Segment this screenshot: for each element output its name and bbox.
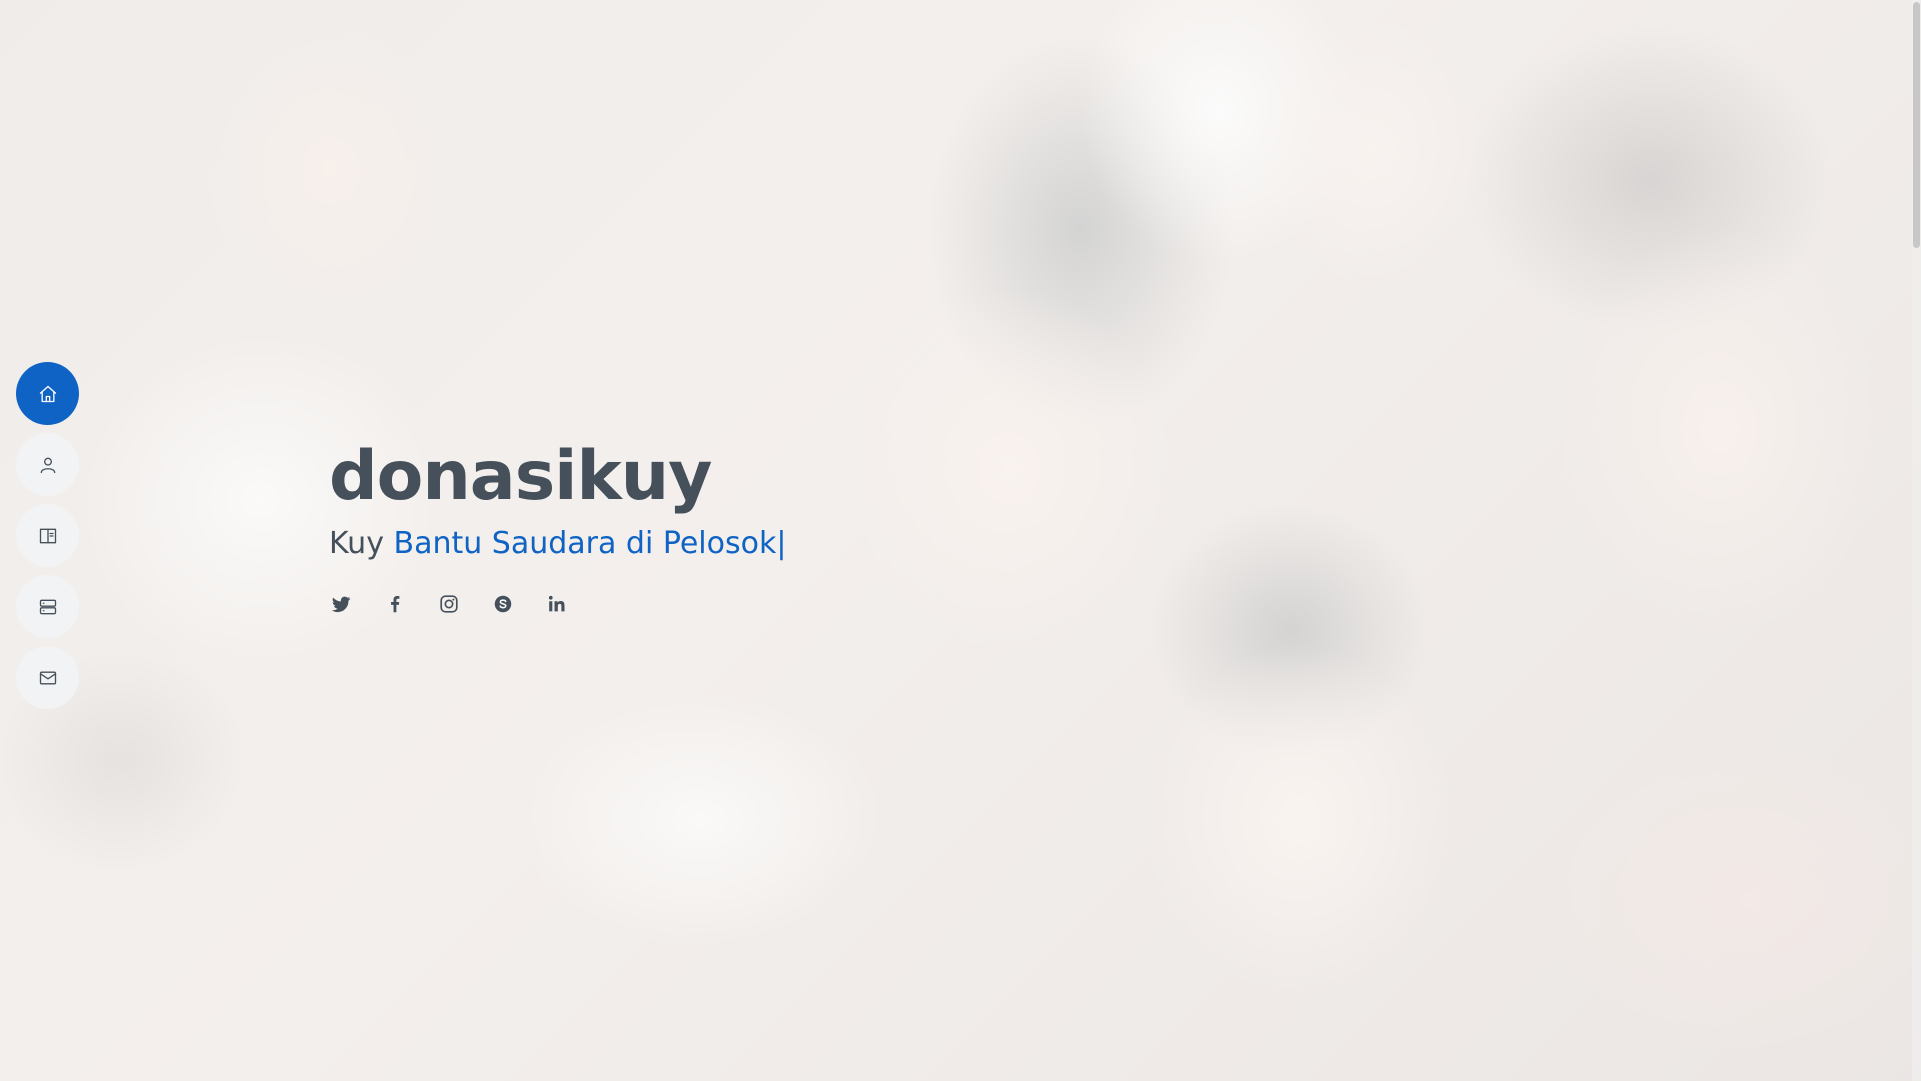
instagram-icon bbox=[440, 595, 458, 613]
hero-title: donasikuy bbox=[329, 437, 712, 516]
nav-contact-button[interactable] bbox=[16, 646, 79, 709]
nav-home-button[interactable] bbox=[16, 362, 79, 425]
skype-link[interactable] bbox=[491, 592, 515, 616]
hero-subtitle-prefix: Kuy bbox=[329, 526, 384, 561]
envelope-icon bbox=[39, 671, 56, 684]
skype-icon bbox=[494, 595, 512, 613]
facebook-link[interactable] bbox=[383, 592, 407, 616]
linkedin-icon bbox=[548, 595, 565, 612]
twitter-icon bbox=[331, 596, 351, 613]
scrollbar-thumb[interactable] bbox=[1913, 2, 1920, 248]
scrollbar[interactable] bbox=[1912, 0, 1921, 1081]
nav-about-button[interactable] bbox=[16, 433, 79, 496]
server-icon bbox=[39, 599, 56, 614]
nav-services-button[interactable] bbox=[16, 575, 79, 638]
person-icon bbox=[40, 457, 55, 473]
instagram-link[interactable] bbox=[437, 592, 461, 616]
social-links bbox=[329, 592, 786, 616]
typed-text: Bantu Saudara di Pelosok bbox=[393, 526, 777, 561]
nav-resume-button[interactable] bbox=[16, 504, 79, 567]
side-nav bbox=[16, 362, 79, 709]
typed-caret: | bbox=[776, 526, 787, 561]
hero-content: donasikuy Kuy Bantu Saudara di Pelosok| bbox=[329, 436, 786, 616]
book-icon bbox=[39, 528, 56, 543]
twitter-link[interactable] bbox=[329, 592, 353, 616]
home-icon bbox=[39, 385, 56, 402]
hero-subtitle: Kuy Bantu Saudara di Pelosok| bbox=[329, 524, 786, 564]
linkedin-link[interactable] bbox=[545, 592, 569, 616]
hero-overlay bbox=[0, 0, 1921, 1081]
facebook-icon bbox=[391, 596, 400, 613]
hero-page: donasikuy Kuy Bantu Saudara di Pelosok| bbox=[0, 0, 1921, 1081]
